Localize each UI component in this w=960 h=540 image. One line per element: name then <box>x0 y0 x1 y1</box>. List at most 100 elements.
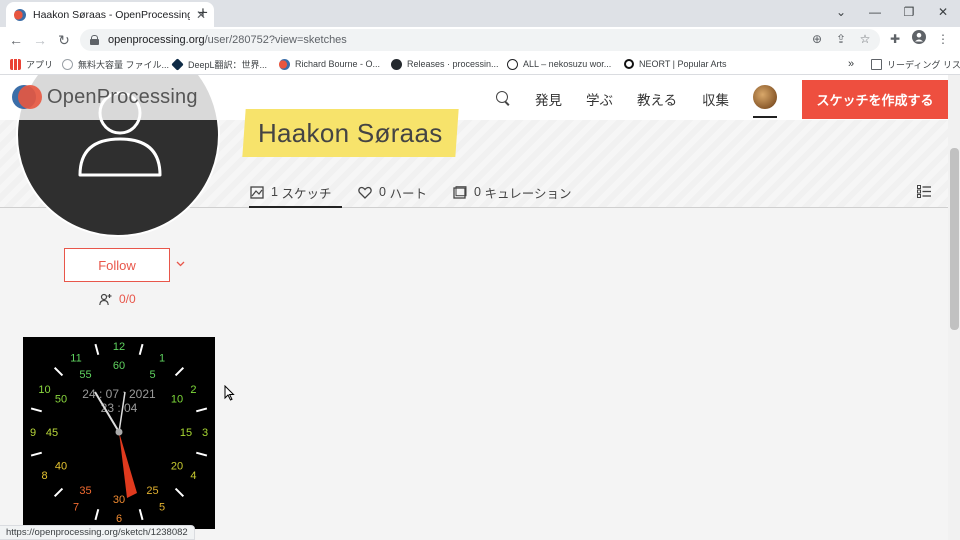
site-icon <box>507 58 518 70</box>
heart-icon <box>358 186 372 199</box>
page-scrollbar-thumb[interactable] <box>950 148 959 330</box>
bookmark-neort[interactable]: NEORT | Popular Arts <box>624 57 727 71</box>
back-arrow-icon[interactable]: ← <box>5 30 27 50</box>
clock-minute-label: 50 <box>55 394 67 406</box>
clock-minute-label: 20 <box>171 461 183 473</box>
bookmark-label: Richard Bourne - O... <box>295 59 381 69</box>
tab-curations[interactable]: 0 キュレーション <box>453 183 571 201</box>
tab-hearts-count: 0 <box>379 185 386 199</box>
openprocessing-logo-icon <box>12 84 42 110</box>
status-bar-url: https://openprocessing.org/sketch/123808… <box>0 525 195 540</box>
tab-curations-count: 0 <box>474 185 481 199</box>
tab-search-icon[interactable]: ⌄ <box>824 0 858 24</box>
clock-tick <box>196 407 208 413</box>
search-icon[interactable] <box>496 91 508 103</box>
forward-arrow-icon[interactable]: → <box>29 30 51 50</box>
bookmark-richard-bourne[interactable]: Richard Bourne - O... <box>279 57 380 71</box>
bookmark-deepl[interactable]: DeepL翻訳：世界... <box>171 57 268 71</box>
nav-discover[interactable]: 発見 <box>535 89 562 109</box>
clock-minute-label: 40 <box>55 461 67 473</box>
clock-tick <box>138 343 144 355</box>
tab-sketches-label: スケッチ <box>281 186 332 201</box>
page-content: OpenProcessing 発見 学ぶ 教える 収集 スケッチを作成する Ha… <box>0 75 948 540</box>
clock-minute-label: 25 <box>146 485 158 497</box>
chevron-down-icon[interactable] <box>176 259 185 270</box>
clock-tick <box>53 487 64 498</box>
bookmark-processing-releases[interactable]: Releases · processin... <box>391 57 499 71</box>
nav-learn[interactable]: 学ぶ <box>586 89 613 109</box>
clock-hour-label: 10 <box>38 384 50 396</box>
list-view-icon[interactable] <box>917 185 931 198</box>
minimize-button[interactable]: — <box>858 0 892 24</box>
clock-minute-label: 30 <box>113 494 125 506</box>
share-icon[interactable]: ⇪ <box>832 30 850 48</box>
clock-second-hand <box>119 432 137 498</box>
bookmark-nekosuzu[interactable]: ALL – nekosuzu wor... <box>507 57 611 71</box>
followers-count[interactable]: 0/0 <box>99 292 136 306</box>
tab-sketches[interactable]: 1 スケッチ <box>250 183 331 201</box>
bookmark-file-transfer[interactable]: 無料大容量 ファイル... <box>62 57 169 71</box>
bookmark-label: Releases · processin... <box>407 59 499 69</box>
tab-hearts-label: ハート <box>389 186 427 201</box>
browser-tab-strip: Haakon Søraas - OpenProcessing ✕ + ⌄ — ❐… <box>0 0 960 27</box>
clock-tick <box>30 407 42 413</box>
clock-hour-label: 1 <box>159 353 165 365</box>
clock-minute-label: 35 <box>79 485 91 497</box>
nav-teach[interactable]: 教える <box>637 89 677 109</box>
browser-tab[interactable]: Haakon Søraas - OpenProcessing ✕ <box>6 2 214 27</box>
followers-value: 0/0 <box>119 292 136 306</box>
close-window-button[interactable]: ✕ <box>926 0 960 24</box>
clock-minute-label: 10 <box>171 394 183 406</box>
clock-tick <box>196 451 208 457</box>
reading-list[interactable]: リーディング リスト <box>871 57 960 71</box>
clock-hour-label: 2 <box>190 384 196 396</box>
extensions-puzzle-icon[interactable]: ✚ <box>886 30 904 48</box>
profile-icon[interactable] <box>910 30 928 48</box>
bookmark-label: アプリ <box>26 59 54 70</box>
reload-icon[interactable]: ↻ <box>53 30 75 50</box>
sketch-thumbnail[interactable]: 12 1 2 3 4 5 6 7 8 9 10 11 60 5 10 15 20 25 30 35 40 45 50 55 … <box>23 337 215 529</box>
clock-hour-label: 8 <box>41 470 47 482</box>
bookmarks-bar: アプリ 無料大容量 ファイル... DeepL翻訳：世界... Richard … <box>0 53 960 75</box>
address-bar[interactable]: openprocessing.org/user/280752?view=sket… <box>80 29 880 51</box>
clock-sketch-image: 121234567891011 60510152025303540455055 … <box>30 341 208 525</box>
url-host: openprocessing.org <box>108 34 205 46</box>
openprocessing-icon <box>279 58 290 70</box>
profile-username: Haakon Søraas <box>258 117 443 148</box>
bookmark-apps[interactable]: アプリ <box>10 57 53 71</box>
bookmark-star-icon[interactable]: ☆ <box>856 30 874 48</box>
clock-center <box>115 428 123 436</box>
sketch-time-text: 23 : 04 <box>101 401 138 415</box>
clock-hour-label: 11 <box>70 353 81 365</box>
clock-hour-label: 6 <box>116 513 122 525</box>
zoom-icon[interactable]: ⊕ <box>808 30 826 48</box>
clock-hour-label: 9 <box>30 427 36 439</box>
tab-sketches-count: 1 <box>271 185 278 199</box>
bookmark-label: DeepL翻訳：世界... <box>188 59 268 70</box>
user-avatar[interactable] <box>753 85 777 109</box>
github-icon <box>391 58 402 70</box>
create-sketch-button[interactable]: スケッチを作成する <box>802 80 948 119</box>
reading-list-label: リーディング リスト <box>887 59 960 70</box>
restore-button[interactable]: ❐ <box>892 0 926 24</box>
clock-tick <box>94 509 100 521</box>
new-tab-button[interactable]: + <box>194 3 212 23</box>
clock-tick <box>94 343 100 355</box>
bookmarks-more-icon[interactable]: » <box>848 57 854 71</box>
clock-tick <box>174 366 185 377</box>
reading-list-icon <box>871 58 882 70</box>
clock-minute-label: 5 <box>149 369 155 381</box>
clock-tick <box>138 509 144 521</box>
follow-button[interactable]: Follow <box>64 248 170 282</box>
nav-collect[interactable]: 収集 <box>702 89 729 109</box>
lock-icon <box>90 35 99 45</box>
more-menu-icon[interactable]: ⋮ <box>934 30 952 48</box>
openprocessing-logo[interactable]: OpenProcessing <box>12 83 198 111</box>
clock-minute-label: 55 <box>79 369 91 381</box>
globe-icon <box>62 58 73 70</box>
tab-hearts[interactable]: 0 ハート <box>358 183 427 201</box>
tab-title: Haakon Søraas - OpenProcessing <box>33 8 190 21</box>
tab-active-indicator <box>249 206 342 208</box>
apps-grid-icon <box>10 58 21 70</box>
clock-minute-label: 60 <box>113 360 125 372</box>
